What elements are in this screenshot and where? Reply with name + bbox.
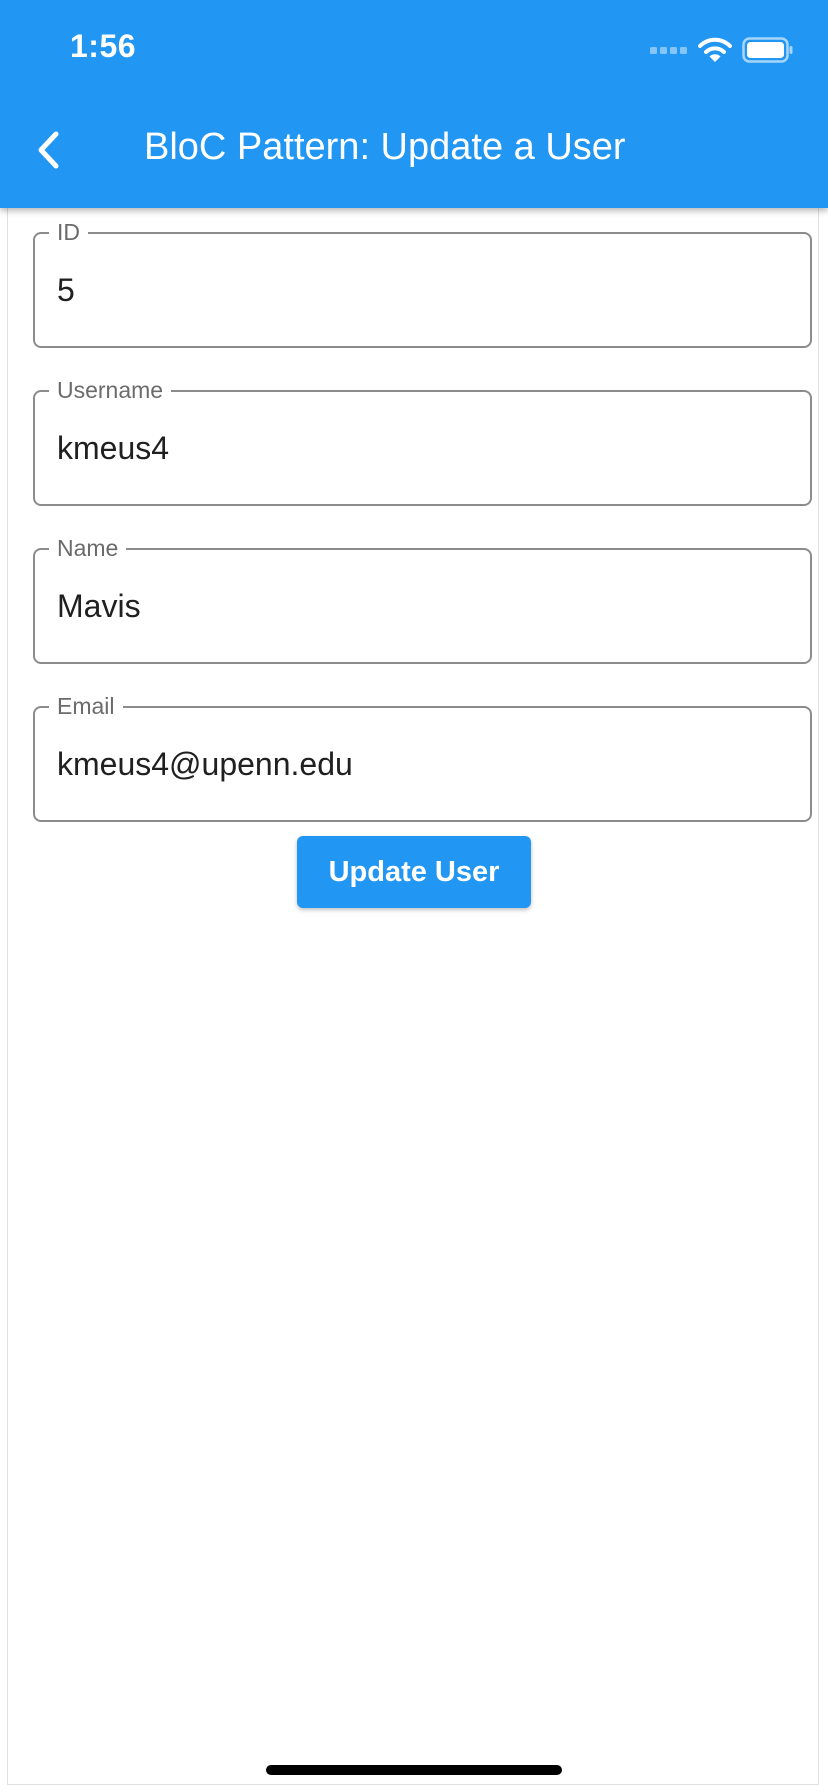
email-input[interactable] bbox=[55, 736, 789, 792]
app-bar: 1:56 BloC Pattern: Update a User bbox=[0, 0, 828, 208]
username-input[interactable] bbox=[55, 420, 789, 476]
id-input[interactable] bbox=[55, 262, 789, 318]
email-field-label: Email bbox=[49, 693, 123, 719]
email-field[interactable]: Email bbox=[33, 693, 812, 822]
page-title: BloC Pattern: Update a User bbox=[144, 126, 626, 168]
status-time: 1:56 bbox=[70, 28, 137, 64]
name-field-label: Name bbox=[49, 535, 127, 561]
wifi-icon bbox=[698, 37, 732, 62]
id-field-label: ID bbox=[49, 219, 88, 245]
id-field[interactable]: ID bbox=[33, 219, 812, 348]
cellular-signal-icon bbox=[650, 47, 687, 54]
form-container: ID Username Name Email bbox=[7, 208, 819, 1785]
back-button[interactable] bbox=[24, 122, 72, 178]
name-field[interactable]: Name bbox=[33, 535, 812, 664]
home-indicator bbox=[266, 1765, 562, 1775]
username-field-label: Username bbox=[49, 377, 172, 403]
status-icons bbox=[650, 36, 794, 64]
username-field[interactable]: Username bbox=[33, 377, 812, 506]
name-input[interactable] bbox=[55, 578, 789, 634]
chevron-left-icon bbox=[38, 131, 59, 169]
battery-icon bbox=[742, 37, 793, 63]
update-user-button[interactable]: Update User bbox=[297, 836, 531, 908]
